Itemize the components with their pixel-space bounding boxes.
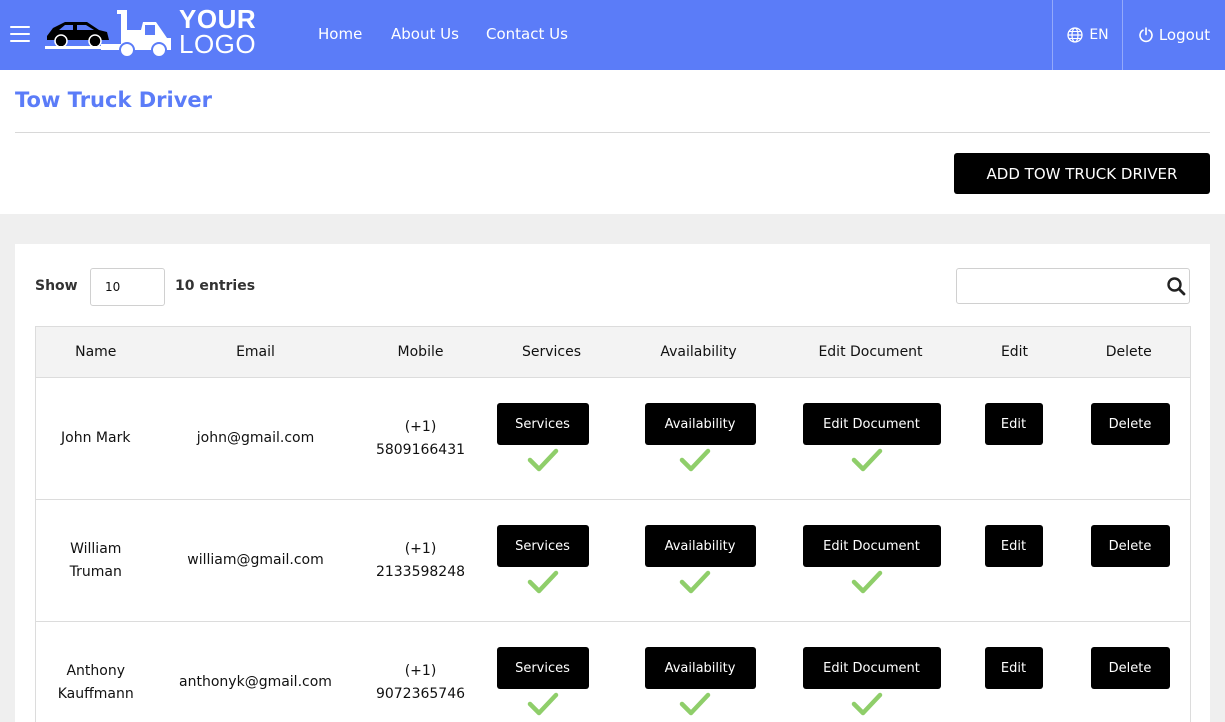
driver-name-cell: William Truman <box>35 499 156 622</box>
services-button[interactable]: Services <box>496 647 589 689</box>
show-label: Show <box>35 278 78 294</box>
hamburger-menu-icon[interactable] <box>10 25 30 43</box>
driver-mobile-cell: (+1) 5809166431 <box>355 377 486 500</box>
driver-name: William Truman <box>69 540 122 580</box>
delete-cell: Delete <box>1067 499 1191 622</box>
delete-cell: Delete <box>1067 377 1191 500</box>
mobile-number: 2133598248 <box>375 563 466 580</box>
drivers-table: Name Email Mobile Services Availability … <box>35 326 1191 722</box>
nav-contact-us[interactable]: Contact Us <box>486 0 568 70</box>
availability-button[interactable]: Availability <box>644 647 756 689</box>
page-size-select[interactable]: 10 <box>90 268 165 306</box>
logo-text[interactable]: YOUR LOGO <box>179 6 257 59</box>
services-cell: Services <box>485 621 618 722</box>
globe-icon <box>1067 27 1083 43</box>
edit-button[interactable]: Edit <box>984 647 1043 689</box>
checkmark-icon <box>679 692 710 716</box>
driver-mobile-cell: (+1) 2133598248 <box>355 499 486 622</box>
search-box <box>956 268 1190 304</box>
checkmark-icon <box>679 570 710 594</box>
column-header-edit[interactable]: Edit <box>961 326 1068 378</box>
edit-document-cell: Edit Document <box>779 377 962 500</box>
driver-name-cell: Anthony Kauffmann <box>35 621 156 722</box>
column-header-services[interactable]: Services <box>485 326 618 378</box>
column-header-availability[interactable]: Availability <box>617 326 780 378</box>
edit-document-button[interactable]: Edit Document <box>802 525 941 567</box>
availability-cell: Availability <box>617 499 780 622</box>
table-row: Anthony Kauffmann anthonyk@gmail.com (+1… <box>35 621 1191 722</box>
table-row: John Mark john@gmail.com (+1) 5809166431… <box>35 377 1191 500</box>
driver-name: Anthony Kauffmann <box>57 662 134 702</box>
table-header-row: Name Email Mobile Services Availability … <box>35 326 1191 378</box>
mobile-number: 5809166431 <box>375 441 466 458</box>
delete-cell: Delete <box>1067 621 1191 722</box>
availability-cell: Availability <box>617 621 780 722</box>
add-tow-truck-driver-button[interactable]: ADD TOW TRUCK DRIVER <box>954 153 1210 194</box>
search-input[interactable] <box>957 269 1157 303</box>
services-cell: Services <box>485 377 618 500</box>
power-icon <box>1139 27 1153 43</box>
column-header-edit-document[interactable]: Edit Document <box>779 326 962 378</box>
column-header-name[interactable]: Name <box>35 326 156 378</box>
logout-label: Logout <box>1158 26 1211 44</box>
services-button[interactable]: Services <box>496 525 589 567</box>
delete-button[interactable]: Delete <box>1090 403 1170 445</box>
services-button[interactable]: Services <box>496 403 589 445</box>
page-title: Tow Truck Driver <box>15 88 212 112</box>
availability-button[interactable]: Availability <box>644 403 756 445</box>
driver-name-cell: John Mark <box>35 377 156 500</box>
column-header-delete[interactable]: Delete <box>1067 326 1191 378</box>
tow-truck-logo-icon <box>45 10 171 58</box>
edit-cell: Edit <box>961 377 1068 500</box>
logout-button[interactable]: Logout <box>1123 0 1225 70</box>
driver-mobile-cell: (+1) 9072365746 <box>355 621 486 722</box>
checkmark-icon <box>679 448 710 472</box>
mobile-country-code: (+1) <box>404 418 437 435</box>
mobile-number: 9072365746 <box>375 685 466 702</box>
edit-document-cell: Edit Document <box>779 499 962 622</box>
checkmark-icon <box>527 448 558 472</box>
nav-home[interactable]: Home <box>318 0 362 70</box>
top-navbar: YOUR LOGO Home About Us Contact Us EN Lo… <box>0 0 1225 70</box>
checkmark-icon <box>527 570 558 594</box>
mobile-country-code: (+1) <box>404 662 437 679</box>
edit-document-cell: Edit Document <box>779 621 962 722</box>
edit-button[interactable]: Edit <box>984 403 1043 445</box>
checkmark-icon <box>527 692 558 716</box>
entries-label: 10 entries <box>175 278 256 294</box>
services-cell: Services <box>485 499 618 622</box>
column-header-mobile[interactable]: Mobile <box>355 326 486 378</box>
edit-button[interactable]: Edit <box>984 525 1043 567</box>
nav-about-us[interactable]: About Us <box>391 0 459 70</box>
delete-button[interactable]: Delete <box>1090 647 1170 689</box>
driver-email: john@gmail.com <box>155 377 356 500</box>
driver-email: anthonyk@gmail.com <box>155 621 356 722</box>
driver-name: John Mark <box>61 430 131 446</box>
edit-document-button[interactable]: Edit Document <box>802 403 941 445</box>
edit-cell: Edit <box>961 621 1068 722</box>
search-icon[interactable] <box>1166 276 1186 296</box>
checkmark-icon <box>851 570 882 594</box>
checkmark-icon <box>851 692 882 716</box>
language-selector[interactable]: EN <box>1053 0 1123 70</box>
edit-document-button[interactable]: Edit Document <box>802 647 941 689</box>
mobile-country-code: (+1) <box>404 540 437 557</box>
availability-cell: Availability <box>617 377 780 500</box>
delete-button[interactable]: Delete <box>1090 525 1170 567</box>
logo-text-line2: LOGO <box>179 29 257 59</box>
availability-button[interactable]: Availability <box>644 525 756 567</box>
column-header-email[interactable]: Email <box>155 326 356 378</box>
driver-email: william@gmail.com <box>155 499 356 622</box>
language-label: EN <box>1089 27 1109 43</box>
title-divider <box>15 132 1210 133</box>
checkmark-icon <box>851 448 882 472</box>
table-row: William Truman william@gmail.com (+1) 21… <box>35 499 1191 622</box>
edit-cell: Edit <box>961 499 1068 622</box>
